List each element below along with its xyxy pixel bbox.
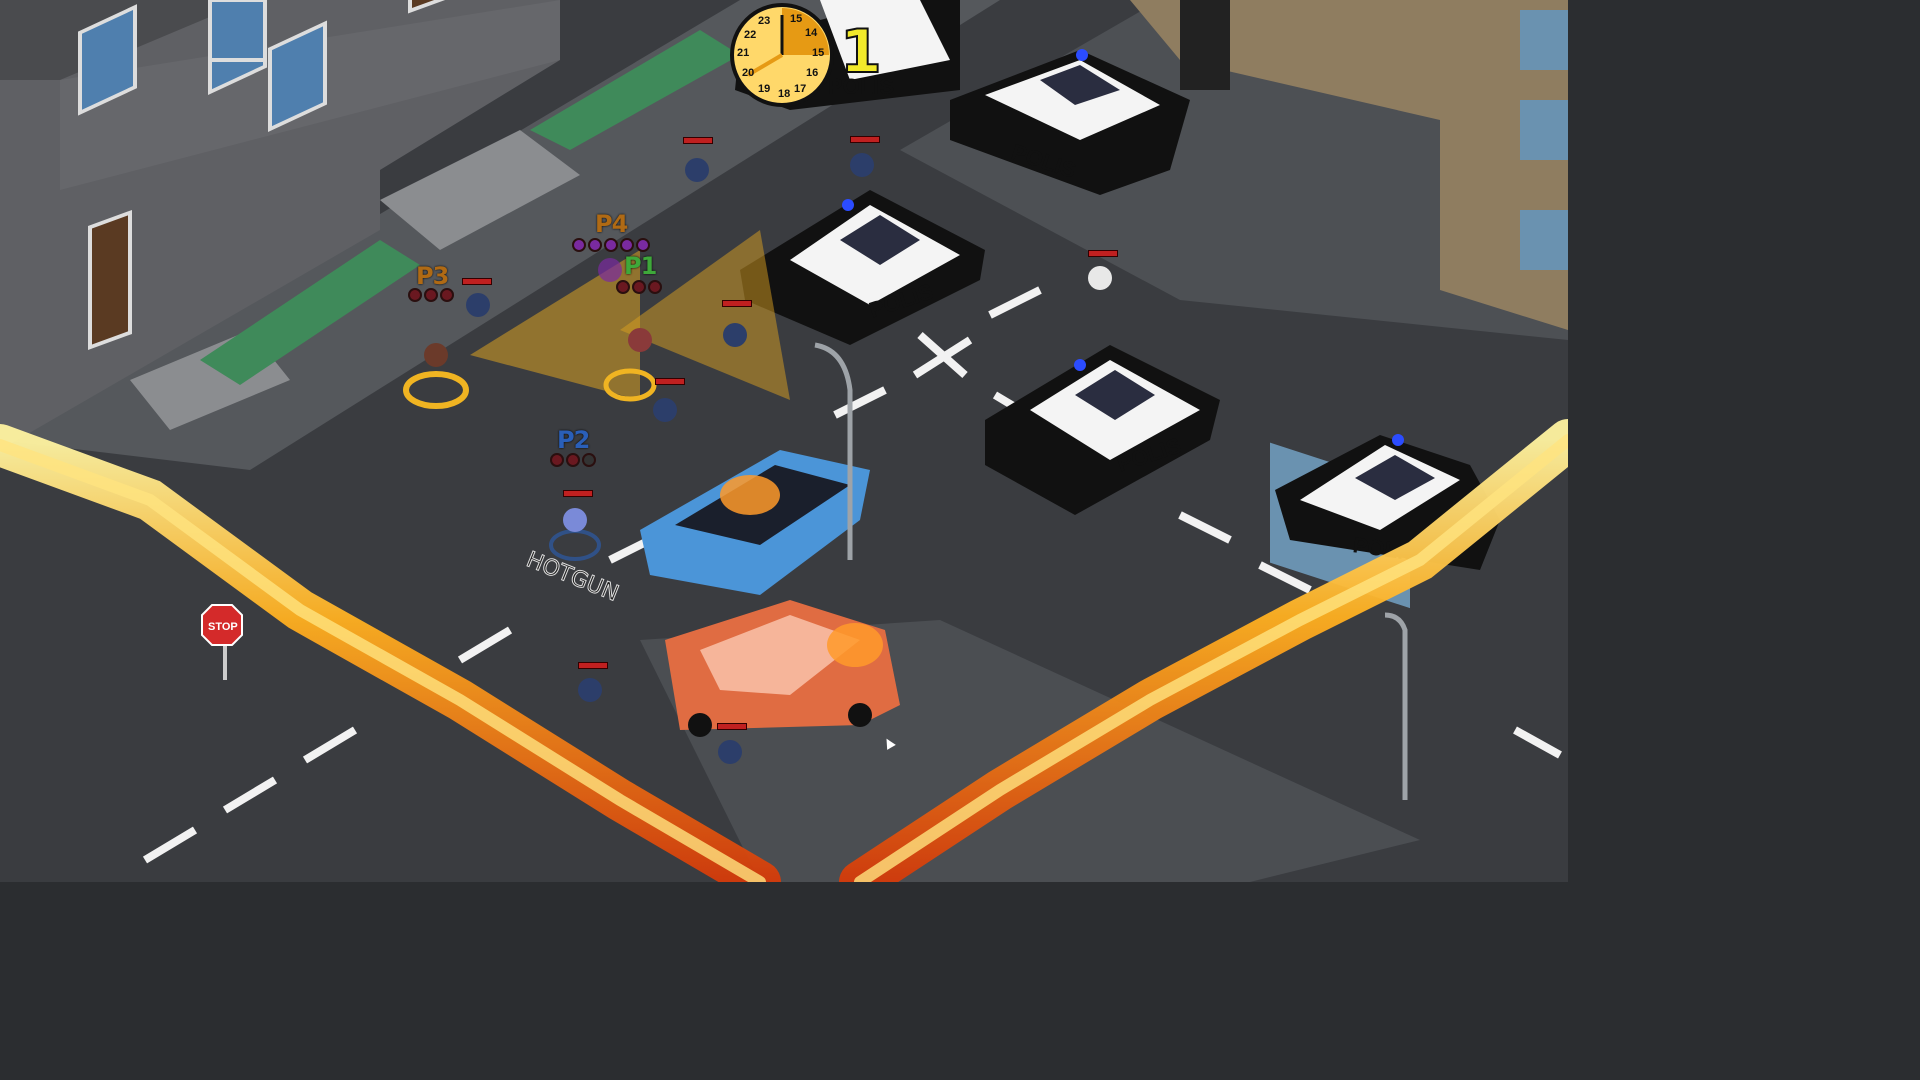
svg-text:15: 15 bbox=[790, 13, 802, 25]
police-officer bbox=[685, 158, 709, 182]
health-pip bbox=[550, 453, 564, 467]
round-timer-value: 1 bbox=[840, 17, 882, 87]
svg-text:21: 21 bbox=[737, 47, 749, 59]
svg-text:19: 19 bbox=[758, 83, 770, 95]
player-tag-p3: P3 bbox=[416, 262, 449, 290]
player-health-p3 bbox=[408, 288, 454, 302]
police-officer bbox=[578, 678, 602, 702]
svg-text:16: 16 bbox=[806, 67, 818, 79]
enemy-health-bar bbox=[462, 278, 492, 285]
health-pip bbox=[566, 453, 580, 467]
svg-text:22: 22 bbox=[744, 29, 756, 41]
player-p2-character bbox=[563, 508, 587, 532]
player-tag-p2: P2 bbox=[557, 426, 590, 454]
police-officer bbox=[723, 323, 747, 347]
health-pip bbox=[424, 288, 438, 302]
enemy-health-bar bbox=[717, 723, 747, 730]
player-health-p1 bbox=[616, 280, 662, 294]
player-p3-character bbox=[424, 343, 448, 367]
player-p4-character bbox=[598, 258, 622, 282]
player-health-p4 bbox=[572, 238, 650, 252]
svg-text:23: 23 bbox=[758, 15, 770, 27]
police-officer bbox=[850, 153, 874, 177]
enemy-health-bar bbox=[1088, 250, 1118, 257]
svg-text:14: 14 bbox=[805, 27, 818, 39]
svg-text:15: 15 bbox=[812, 47, 824, 59]
health-pip bbox=[582, 453, 596, 467]
health-pip bbox=[636, 238, 650, 252]
enemy-health-bar bbox=[563, 490, 593, 497]
enemy-health-bar bbox=[722, 300, 752, 307]
round-timer-clock: 23 15 22 14 21 15 20 16 19 18 17 bbox=[730, 3, 834, 107]
player-tag-p4: P4 bbox=[595, 210, 628, 238]
player-health-p2 bbox=[550, 453, 596, 467]
health-pip bbox=[632, 280, 646, 294]
police-officer bbox=[653, 398, 677, 422]
game-scene[interactable]: POLIS POLIS POLIS POLIS POLIS STOP 23 15… bbox=[0, 0, 1568, 882]
health-pip bbox=[588, 238, 602, 252]
svg-text:17: 17 bbox=[794, 83, 806, 95]
police-officer bbox=[718, 740, 742, 764]
enemy-health-bar bbox=[850, 136, 880, 143]
svg-text:20: 20 bbox=[742, 67, 754, 79]
health-pip bbox=[572, 238, 586, 252]
enemy-health-bar bbox=[655, 378, 685, 385]
health-pip bbox=[408, 288, 422, 302]
player-tag-p1: P1 bbox=[624, 252, 657, 280]
police-officer bbox=[466, 293, 490, 317]
enemy-health-bar bbox=[578, 662, 608, 669]
svg-text:18: 18 bbox=[778, 88, 790, 100]
health-pip bbox=[616, 280, 630, 294]
health-pip bbox=[620, 238, 634, 252]
svg-text:STOP: STOP bbox=[208, 621, 238, 633]
player-p1-character bbox=[628, 328, 652, 352]
health-pip bbox=[440, 288, 454, 302]
police-officer bbox=[1088, 266, 1112, 290]
enemy-health-bar bbox=[683, 137, 713, 144]
health-pip bbox=[604, 238, 618, 252]
health-pip bbox=[648, 280, 662, 294]
